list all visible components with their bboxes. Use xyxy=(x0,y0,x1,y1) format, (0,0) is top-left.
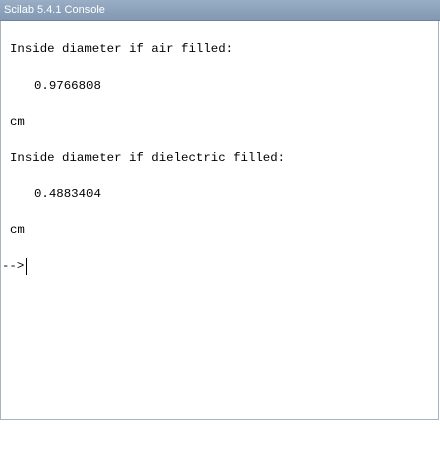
title-bar[interactable]: Scilab 5.4.1 Console xyxy=(0,0,440,21)
scilab-console-window: Scilab 5.4.1 Console Inside diameter if … xyxy=(0,0,440,459)
console-prompt[interactable]: --> xyxy=(2,259,24,273)
console-output-line: Inside diameter if dielectric filled: xyxy=(10,151,286,165)
console-output-value: 0.4883404 xyxy=(34,187,101,201)
console-output-area[interactable]: Inside diameter if air filled: 0.9766808… xyxy=(0,21,439,420)
text-cursor xyxy=(26,258,27,275)
console-output-unit: cm xyxy=(10,223,25,237)
console-output-line: Inside diameter if air filled: xyxy=(10,42,234,56)
window-title: Scilab 5.4.1 Console xyxy=(4,4,105,16)
console-output-value: 0.9766808 xyxy=(34,79,101,93)
console-output-unit: cm xyxy=(10,115,25,129)
